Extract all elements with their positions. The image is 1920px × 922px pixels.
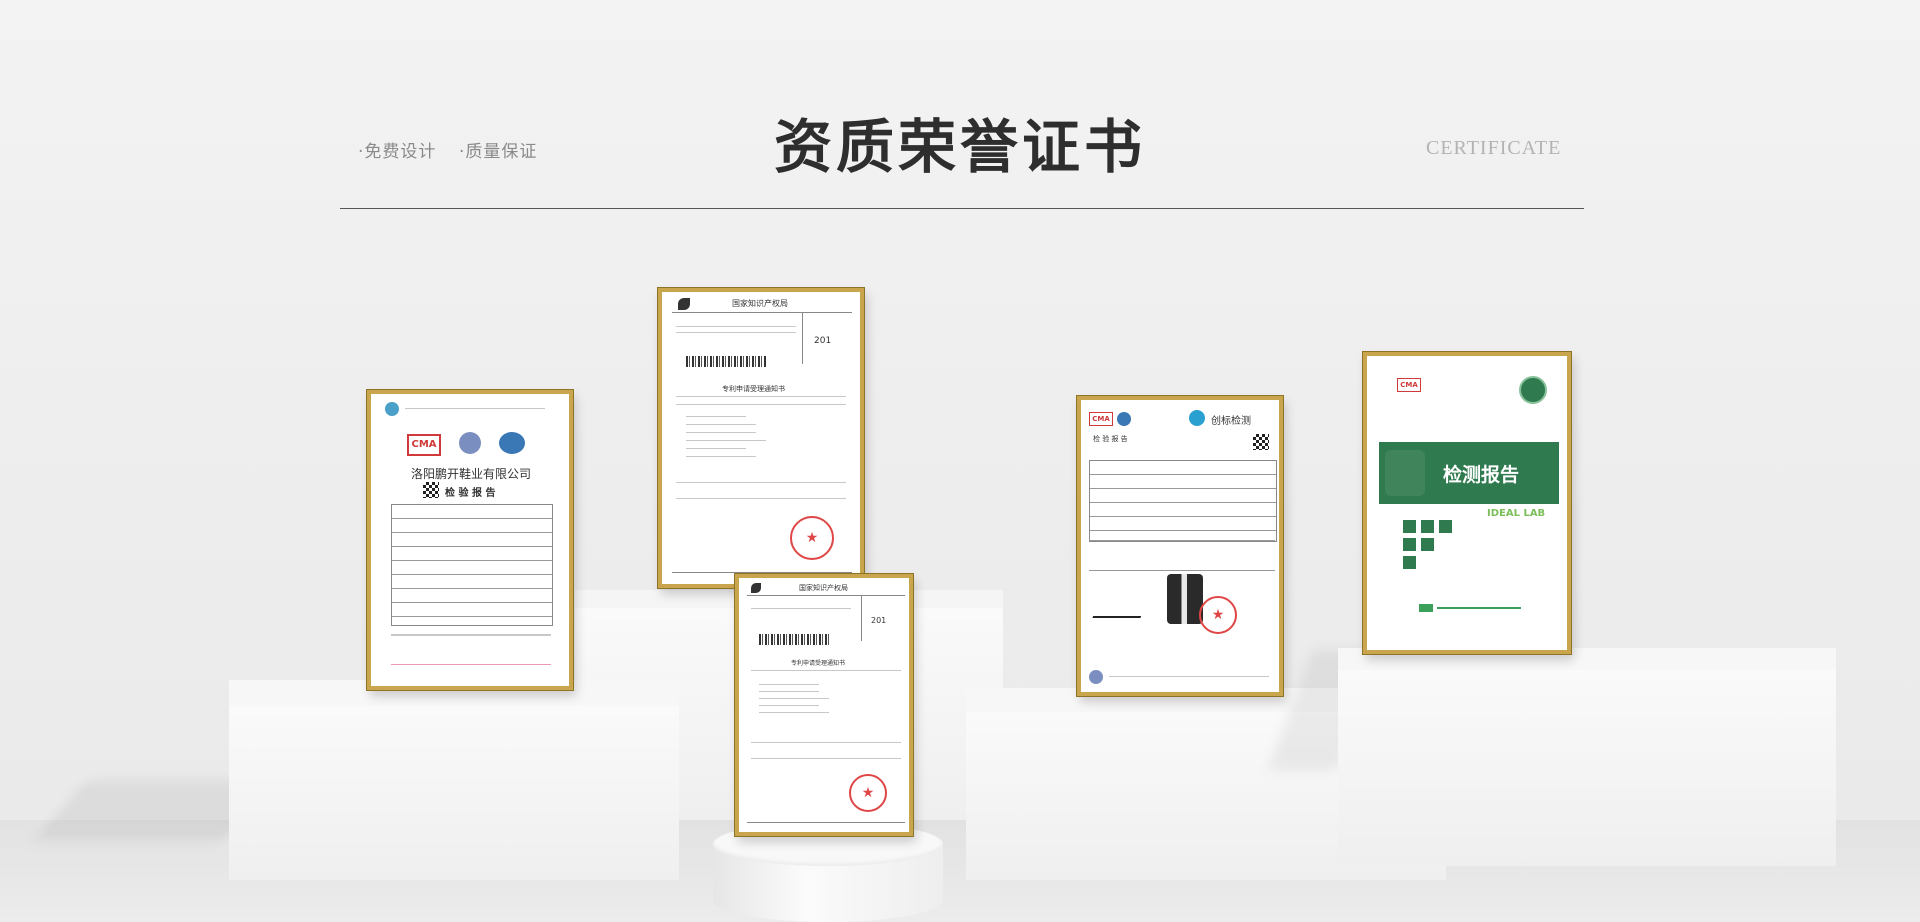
section-header: ·免费设计 ·质量保证 资质荣誉证书 CERTIFICATE xyxy=(0,0,1920,215)
subtitle-english: CERTIFICATE xyxy=(1426,137,1562,159)
deer-icon xyxy=(1385,450,1425,496)
footer-logo-icon xyxy=(1089,670,1103,684)
patent-office-logo-icon xyxy=(751,583,761,593)
certificate-doc-title: 检 验 报 告 xyxy=(1093,435,1128,443)
pedestal-left xyxy=(229,680,679,880)
brand-logo-icon xyxy=(1189,410,1205,426)
patent-office-logo-icon xyxy=(678,298,690,310)
report-banner: 检测报告 xyxy=(1379,442,1559,504)
footer-logo-icon xyxy=(1419,604,1433,612)
ilac-logo-icon xyxy=(459,432,481,454)
barcode xyxy=(759,634,829,645)
certificate-frame-2: 国家知识产权局 201 专利申请受理通知书 ★ xyxy=(658,288,864,588)
report-table xyxy=(391,504,553,626)
official-seal-icon: ★ xyxy=(790,516,834,560)
banner-title: 检测报告 xyxy=(1443,464,1520,486)
certificate-frame-5: CMA 检测报告 IDEAL LAB xyxy=(1363,352,1571,654)
barcode xyxy=(686,356,766,367)
brand-name: 创标检测 xyxy=(1211,416,1251,427)
page-title: 资质荣誉证书 xyxy=(773,113,1146,181)
cnas-logo-icon xyxy=(1117,412,1131,426)
certificate-frame-3: 国家知识产权局 201 专利申请受理通知书 ★ xyxy=(735,574,913,836)
cma-logo-icon: CMA xyxy=(1089,412,1113,426)
certificate-doc-title: 国家知识产权局 xyxy=(799,584,848,592)
signature xyxy=(1092,604,1146,618)
header-divider xyxy=(340,208,1584,209)
certificate-section-title: 专利申请受理通知书 xyxy=(791,660,846,667)
cma-logo-icon: CMA xyxy=(407,434,441,456)
lab-logo-icon xyxy=(1519,376,1547,404)
qr-code-icon xyxy=(1253,434,1269,450)
certificate-doc-title: 国家知识产权局 xyxy=(732,299,788,308)
patent-code: 201 xyxy=(871,616,887,625)
patent-code: 201 xyxy=(814,336,832,346)
certificate-frame-1: CMA 洛阳鹏开鞋业有限公司 检 验 报 告 xyxy=(367,390,573,690)
certificate-org-name: 洛阳鹏开鞋业有限公司 xyxy=(410,467,531,481)
report-logo-icon xyxy=(385,402,399,416)
official-seal-icon: ★ xyxy=(1199,596,1237,634)
pedestal-right xyxy=(1338,648,1836,866)
report-table xyxy=(1089,460,1277,542)
official-seal-icon: ★ xyxy=(849,774,887,812)
cma-logo-icon: CMA xyxy=(1397,378,1421,392)
cnas-logo-icon xyxy=(499,432,525,454)
qr-code-icon xyxy=(423,482,439,498)
product-photo xyxy=(1167,574,1203,624)
certificate-frame-4: CMA 创标检测 检 验 报 告 ★ xyxy=(1077,396,1283,696)
certificate-doc-title: 检 验 报 告 xyxy=(445,488,496,499)
banner-subtitle: IDEAL LAB xyxy=(1487,508,1546,519)
pedestal-cylinder xyxy=(713,822,943,922)
certificate-section-title: 专利申请受理通知书 xyxy=(722,385,785,393)
